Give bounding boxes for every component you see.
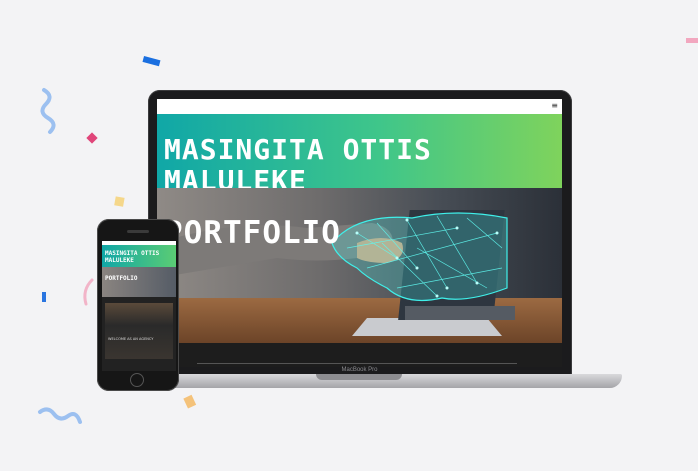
phone-handshake-photo: [102, 267, 176, 297]
phone-portfolio-heading: PORTFOLIO: [105, 275, 138, 282]
phone-hero-title: MASINGITA OTTIS MALULEKE: [105, 250, 160, 264]
hero-title: MASINGITA OTTIS MALULEKE: [164, 133, 432, 197]
handshake-photo: PORTFOLIO: [157, 188, 562, 343]
confetti-yellow: [114, 196, 125, 207]
confetti-pink-diamond: [86, 132, 98, 144]
site-hero-banner: MASINGITA OTTIS MALULEKE: [157, 114, 562, 196]
confetti-pink-right: [686, 38, 698, 43]
laptop-notch: [316, 374, 402, 380]
phone-home-button[interactable]: [130, 373, 144, 387]
confetti-squiggle-blue-bottom: [38, 407, 82, 424]
laptop-screen: ≡ MASINGITA OTTIS MALULEKE PORTFOLIO: [157, 99, 562, 367]
divider: [197, 363, 517, 364]
phone-project-caption: WELCOME AS AN AGENCY: [108, 337, 154, 341]
phone-screen: MASINGITA OTTIS MALULEKE PORTFOLIO WELCO…: [102, 241, 176, 371]
site-topbar: ≡: [157, 99, 562, 114]
hamburger-menu-icon[interactable]: ≡: [551, 101, 558, 111]
confetti-orange: [183, 394, 197, 409]
phone-project-screenshot[interactable]: [105, 303, 173, 359]
handshake-illustration: [157, 210, 515, 336]
confetti-pink-curve: [83, 278, 94, 306]
confetti-blue-small: [42, 292, 46, 302]
phone-speaker: [127, 230, 149, 233]
confetti-squiggle-blue: [40, 88, 56, 134]
phone-hero-banner: MASINGITA OTTIS MALULEKE: [102, 245, 176, 267]
site-dark-section: [157, 343, 562, 367]
confetti-blue-dash: [142, 56, 161, 67]
portfolio-heading: PORTFOLIO: [164, 215, 341, 251]
